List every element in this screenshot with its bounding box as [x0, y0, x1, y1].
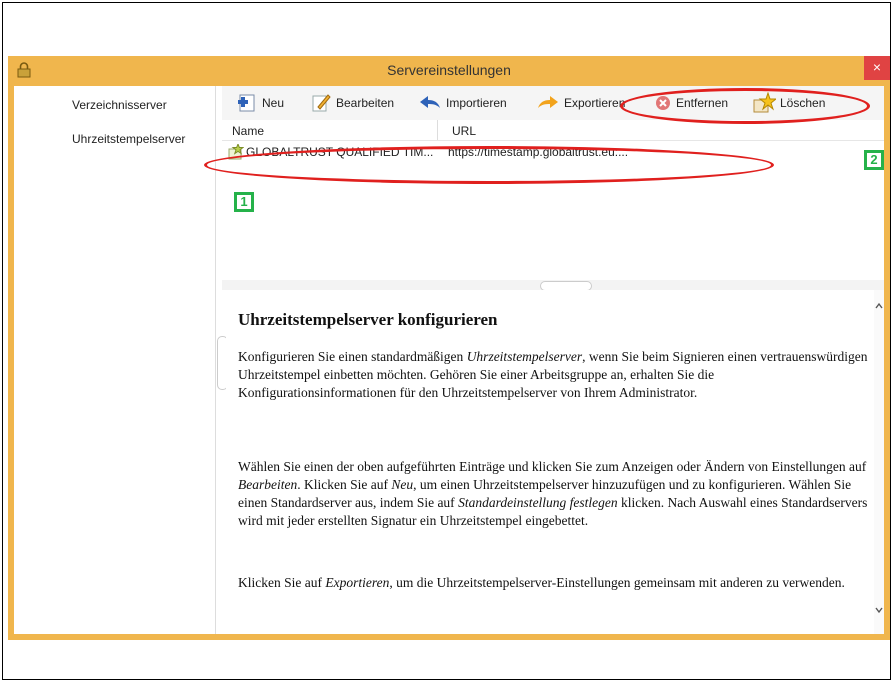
new-label: Neu [262, 96, 285, 110]
sidebar: Verzeichnisserver Uhrzeitstempelserver [14, 86, 216, 634]
export-button[interactable]: Exportieren [536, 91, 625, 115]
sidebar-item-verzeichnisserver[interactable]: Verzeichnisserver [72, 98, 167, 112]
help-heading: Uhrzeitstempelserver konfigurieren [238, 310, 498, 329]
export-arrow-icon [538, 96, 558, 108]
annotation-badge-1: 1 [234, 192, 254, 212]
import-arrow-icon [420, 96, 440, 108]
scroll-down-icon[interactable] [875, 606, 883, 614]
import-button[interactable]: Importieren [418, 91, 507, 115]
help-scrollbar[interactable] [874, 290, 884, 634]
column-separator [437, 120, 438, 140]
sidebar-item-uhrzeitstempelserver[interactable]: Uhrzeitstempelserver [72, 132, 185, 146]
server-list: Name URL GLOBALTRUST QUALIFIED TIM... ht… [222, 120, 884, 280]
export-label: Exportieren [564, 96, 626, 110]
column-header-name[interactable]: Name [232, 124, 264, 138]
highlight-oval-list-row [204, 146, 774, 184]
help-paragraph-1: Konfigurieren Sie einen standardmäßigen … [238, 349, 868, 400]
column-header-url[interactable]: URL [452, 124, 476, 138]
edit-label: Bearbeiten [336, 96, 395, 110]
scroll-up-icon[interactable] [875, 302, 883, 310]
new-button[interactable]: Neu [236, 91, 284, 115]
help-paragraph-3: Klicken Sie auf Exportieren, um die Uhrz… [238, 575, 845, 590]
import-label: Importieren [446, 96, 507, 110]
edit-icon [312, 94, 331, 112]
new-icon [238, 94, 255, 112]
close-button[interactable]: × [864, 56, 890, 80]
settings-window: Servereinstellungen × Verzeichnisserver … [8, 56, 890, 640]
window-title: Servereinstellungen [387, 62, 511, 78]
header-divider [222, 140, 884, 141]
highlight-oval-toolbar [620, 88, 870, 124]
annotation-badge-2: 2 [864, 150, 884, 170]
horizontal-splitter[interactable] [222, 280, 884, 291]
help-paragraph-2: Wählen Sie einen der oben aufgeführten E… [238, 459, 868, 528]
help-panel: Uhrzeitstempelserver konfigurieren Konfi… [226, 290, 874, 634]
edit-button[interactable]: Bearbeiten [310, 91, 394, 115]
title-bar: Servereinstellungen × [8, 56, 890, 86]
